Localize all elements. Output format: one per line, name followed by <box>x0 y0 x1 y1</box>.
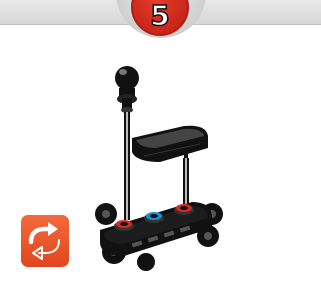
wheel-base-part <box>95 202 223 271</box>
step-number: 5 <box>149 0 170 32</box>
left-rod-part <box>124 112 130 220</box>
tile-part <box>132 125 208 162</box>
ball-joint-part <box>115 66 139 113</box>
instruction-step-page: 5 <box>0 0 321 294</box>
rotate-view-button[interactable] <box>21 215 69 267</box>
build-step-illustration <box>95 66 223 271</box>
rotate-view-icon <box>28 222 60 260</box>
